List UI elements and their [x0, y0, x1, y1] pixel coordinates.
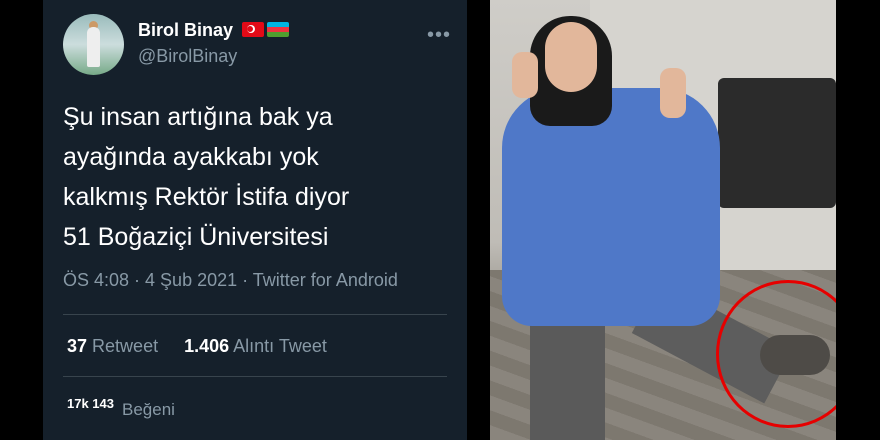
tweet-text: Şu insan artığına bak ya ayağında ayakka… — [63, 97, 463, 257]
tweet-text-line: Şu insan artığına bak ya — [63, 103, 333, 131]
like-count: 17k 143 — [67, 398, 114, 411]
quote-tweet-count: 1.406 — [184, 336, 230, 356]
tweet-text-line: ayağında ayakkabı yok — [63, 143, 319, 171]
tweet-text-line: kalkmış Rektör İstifa diyor — [63, 183, 350, 211]
avatar[interactable] — [63, 14, 124, 75]
photo-bench — [718, 78, 836, 208]
divider — [63, 314, 447, 315]
retweet-label: Retweet — [92, 336, 159, 356]
divider — [63, 376, 447, 377]
azerbaijan-flag-icon — [267, 22, 289, 37]
photo-person-hand — [660, 68, 686, 118]
retweet-count: 37 — [67, 336, 88, 356]
tweet-text-line: 51 Boğaziçi Üniversitesi — [63, 223, 329, 251]
turkey-flag-icon — [242, 22, 264, 37]
tweet-stats: 37 Retweet 1.406 Alıntı Tweet — [67, 336, 327, 357]
quote-tweet-label: Alıntı Tweet — [233, 336, 327, 356]
flag-emoji-group — [242, 22, 289, 37]
retweet-stat[interactable]: 37 Retweet — [67, 336, 158, 357]
user-handle[interactable]: @BirolBinay — [138, 46, 237, 67]
photo-person-sweater — [502, 88, 720, 326]
like-stat[interactable]: 17k 143 Beğeni — [67, 398, 175, 422]
avatar-figure-body — [87, 27, 100, 67]
photo-person-hand — [512, 52, 538, 98]
tweet-card: Birol Binay @BirolBinay ••• Şu insan art… — [43, 0, 467, 440]
attached-photo[interactable] — [490, 0, 836, 440]
like-label: Beğeni — [122, 400, 175, 419]
quote-tweet-stat[interactable]: 1.406 Alıntı Tweet — [184, 336, 327, 357]
user-display-name[interactable]: Birol Binay — [138, 20, 233, 41]
more-horizontal-icon[interactable]: ••• — [427, 24, 451, 47]
tweet-timestamp[interactable]: ÖS 4:08 · 4 Şub 2021 · Twitter for Andro… — [63, 270, 398, 291]
photo-person-face — [545, 22, 597, 92]
